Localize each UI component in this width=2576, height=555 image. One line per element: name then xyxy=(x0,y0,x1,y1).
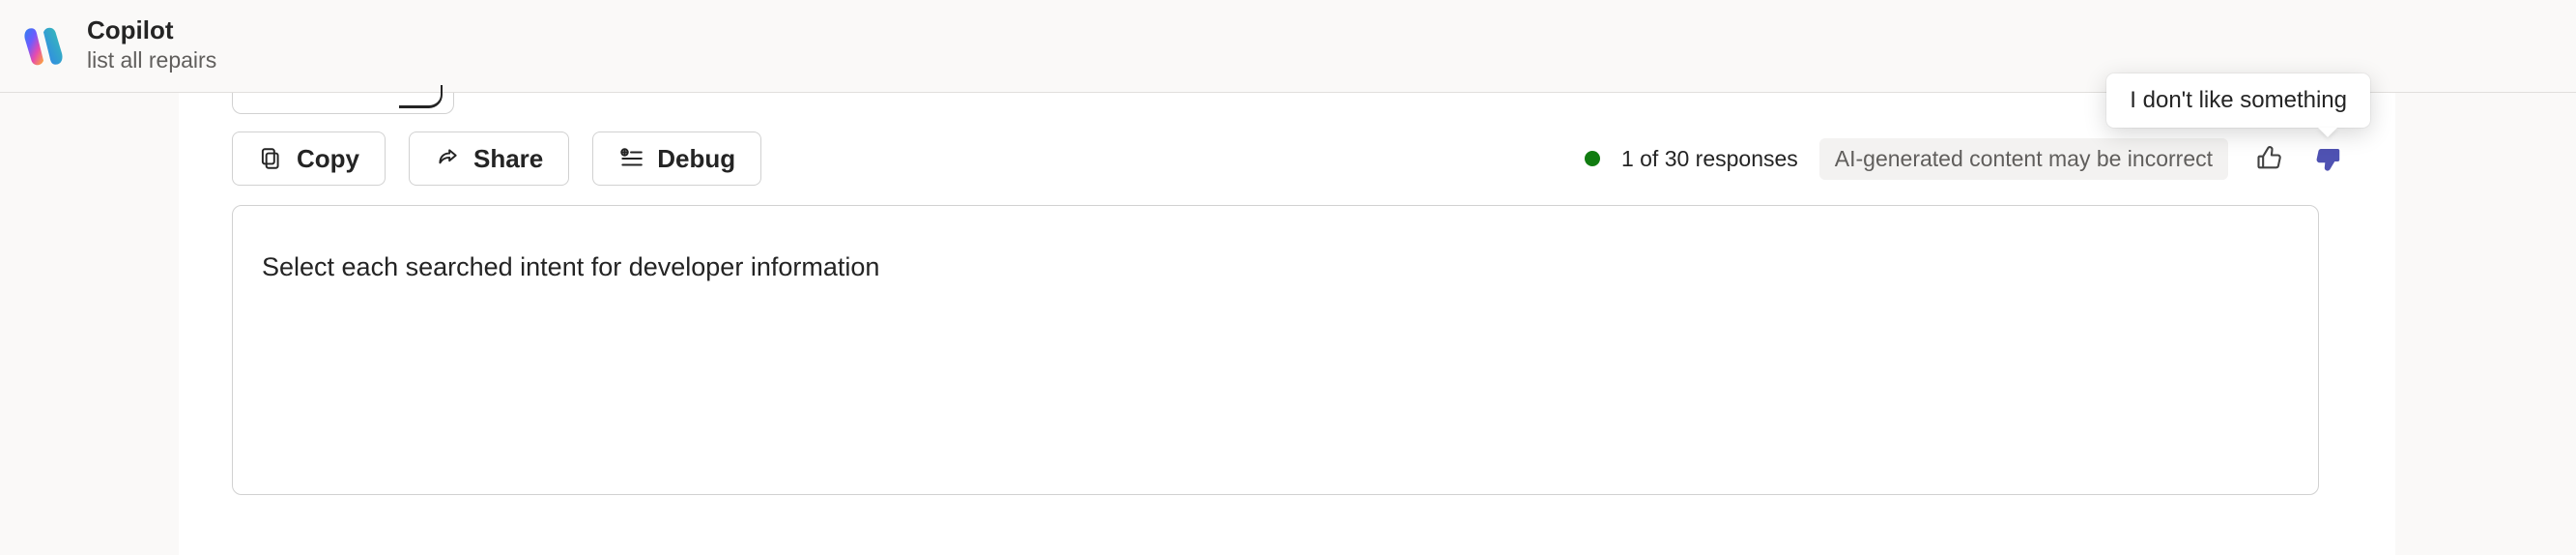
share-button[interactable]: Share xyxy=(409,131,569,186)
thumbs-up-button[interactable] xyxy=(2249,139,2288,178)
copy-button-label: Copy xyxy=(297,144,359,174)
debug-button-label: Debug xyxy=(657,144,735,174)
response-counter: 1 of 30 responses xyxy=(1621,146,1798,172)
intent-panel: Select each searched intent for develope… xyxy=(232,205,2319,495)
response-toolbar: Copy Share xyxy=(232,131,2348,186)
context-subtitle: list all repairs xyxy=(87,44,216,75)
previous-card-fragment xyxy=(232,93,454,114)
debug-icon xyxy=(618,146,644,171)
share-button-label: Share xyxy=(473,144,543,174)
status-dot-icon xyxy=(1585,151,1600,166)
status-group: 1 of 30 responses AI-generated content m… xyxy=(1585,138,2348,180)
curve-glyph xyxy=(399,85,443,108)
content-column: Copy Share xyxy=(179,93,2395,555)
intent-panel-prompt: Select each searched intent for develope… xyxy=(262,252,2289,282)
dislike-tooltip: I don't like something xyxy=(2106,73,2370,128)
share-icon xyxy=(435,146,460,171)
debug-button[interactable]: Debug xyxy=(592,131,761,186)
main-area: Copy Share xyxy=(0,93,2576,555)
copy-button[interactable]: Copy xyxy=(232,131,386,186)
copy-icon xyxy=(258,146,283,171)
ai-disclaimer: AI-generated content may be incorrect xyxy=(1819,138,2228,180)
header-text-block: Copilot list all repairs xyxy=(87,16,216,75)
copilot-logo-icon xyxy=(19,22,68,71)
app-title: Copilot xyxy=(87,16,216,44)
dislike-tooltip-text: I don't like something xyxy=(2130,87,2347,113)
thumbs-down-button[interactable] xyxy=(2309,139,2348,178)
